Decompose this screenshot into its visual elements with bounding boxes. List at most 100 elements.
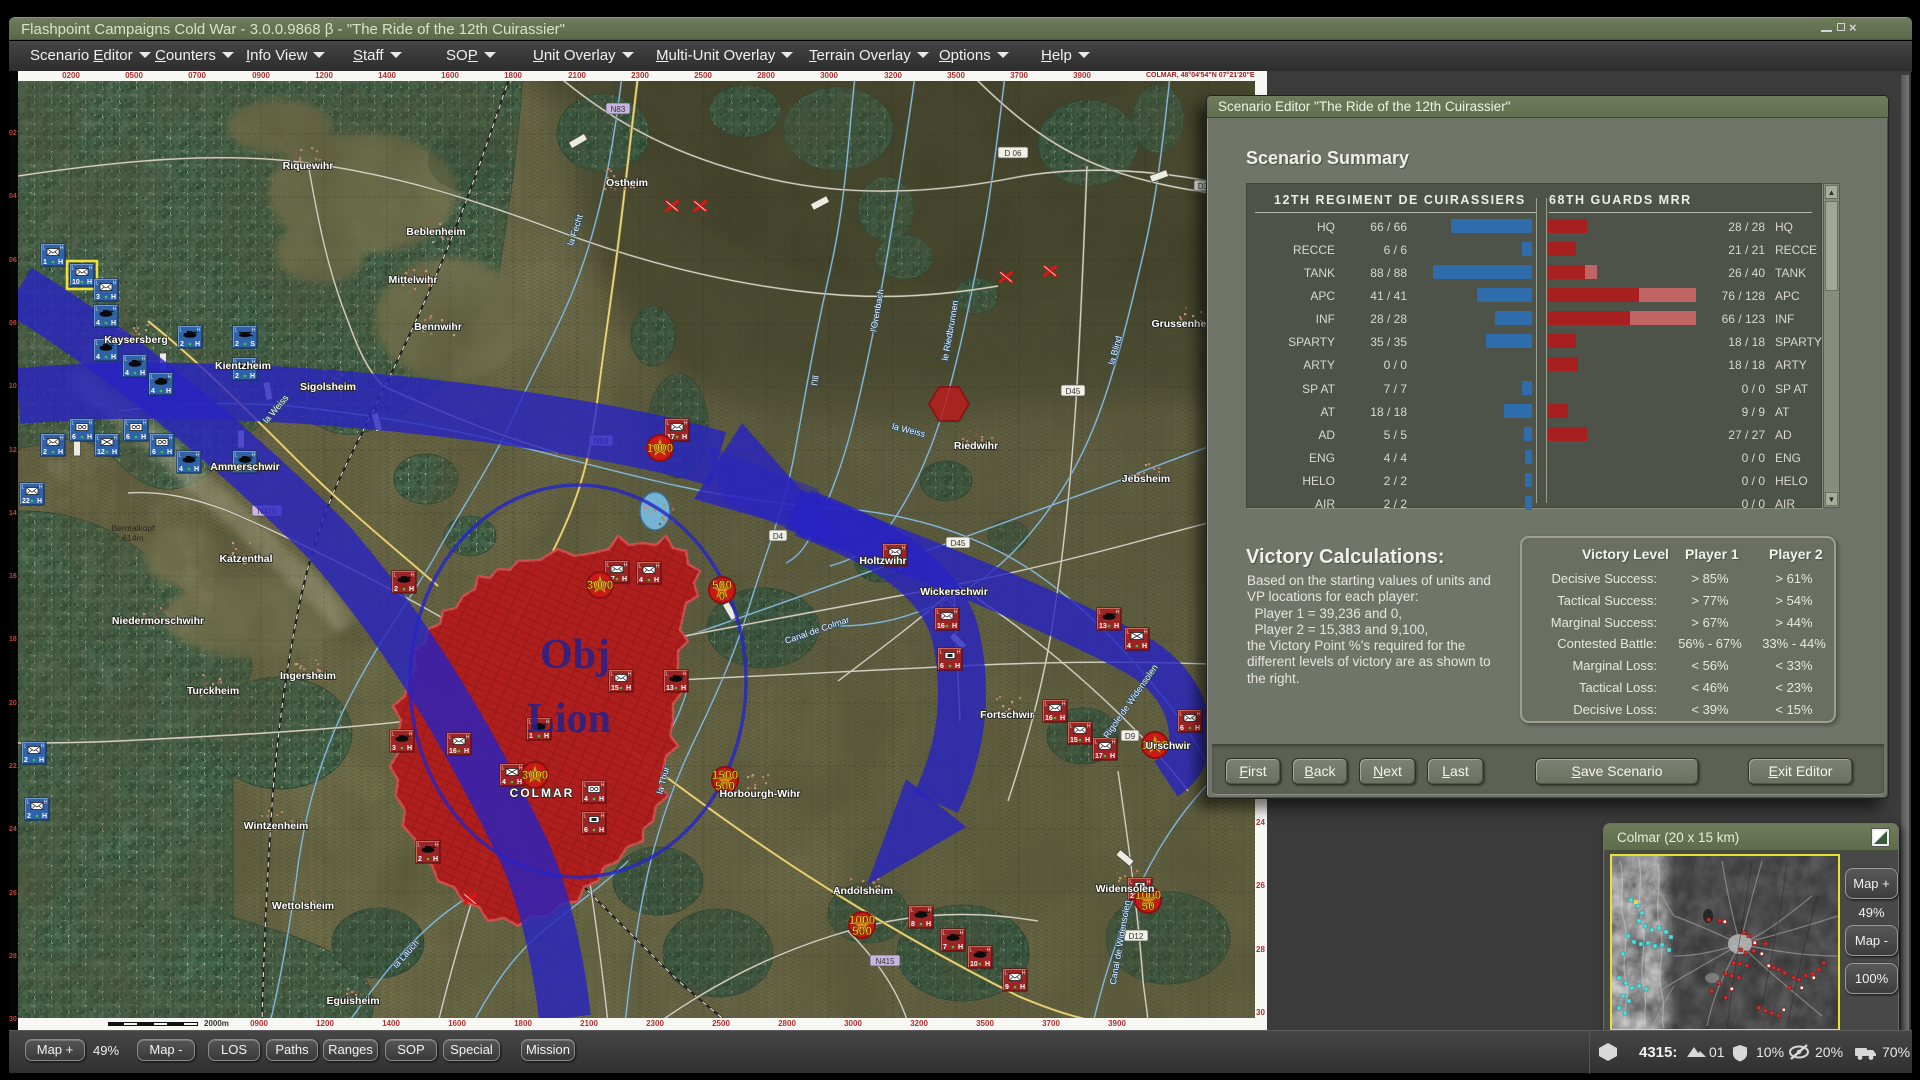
svg-text:L: L <box>125 357 128 363</box>
svg-text:H: H <box>985 961 990 968</box>
svg-text:H: H <box>654 577 659 584</box>
svg-text:Kientzheim: Kientzheim <box>215 360 271 372</box>
svg-text:H: H <box>628 672 632 678</box>
svg-text:L: L <box>151 375 154 381</box>
svg-text:H: H <box>252 328 256 334</box>
svg-text:L: L <box>584 814 587 820</box>
svg-text:2: 2 <box>418 856 422 863</box>
svg-text:H: H <box>952 623 957 630</box>
svg-text:2: 2 <box>27 813 31 820</box>
svg-text:H: H <box>955 663 960 670</box>
svg-text:L: L <box>667 421 670 427</box>
svg-text:H: H <box>44 800 48 806</box>
svg-text:Lion: Lion <box>527 696 611 742</box>
svg-text:L: L <box>72 266 75 272</box>
svg-text:4: 4 <box>125 370 129 377</box>
svg-text:H: H <box>1062 702 1066 708</box>
svg-text:4315:: 4315: <box>1639 1044 1677 1061</box>
svg-text:L: L <box>235 453 238 459</box>
svg-text:6: 6 <box>940 663 944 670</box>
svg-text:15: 15 <box>1070 737 1078 744</box>
svg-text:L: L <box>394 573 397 579</box>
svg-text:L: L <box>392 732 395 738</box>
svg-text:L: L <box>179 453 182 459</box>
svg-text:L: L <box>418 843 421 849</box>
svg-text:D4: D4 <box>773 532 784 541</box>
svg-text:H: H <box>656 564 660 570</box>
svg-text:H: H <box>599 796 604 803</box>
svg-text:D45: D45 <box>1066 387 1081 396</box>
svg-text:H: H <box>409 586 414 593</box>
svg-text:22: 22 <box>22 498 30 505</box>
svg-text:8: 8 <box>911 921 915 928</box>
svg-text:Katzenthal: Katzenthal <box>219 553 272 565</box>
svg-text:6: 6 <box>584 827 588 834</box>
svg-text:H: H <box>1087 724 1091 730</box>
svg-text:L: L <box>97 436 100 442</box>
svg-text:L: L <box>126 421 129 427</box>
svg-text:3: 3 <box>392 745 396 752</box>
svg-text:Ostheim: Ostheim <box>606 177 648 189</box>
svg-text:L: L <box>1070 724 1073 730</box>
svg-text:12: 12 <box>97 449 105 456</box>
svg-text:L: L <box>584 783 587 789</box>
svg-text:1: 1 <box>43 259 47 266</box>
svg-text:2: 2 <box>24 757 28 764</box>
svg-text:L: L <box>96 341 99 347</box>
svg-text:H: H <box>1022 971 1026 977</box>
svg-text:H: H <box>195 341 200 348</box>
svg-text:H: H <box>902 546 906 552</box>
svg-text:Mittelwihr: Mittelwihr <box>389 274 438 286</box>
svg-text:7: 7 <box>943 944 947 951</box>
svg-text:D45: D45 <box>951 539 966 548</box>
svg-text:L: L <box>1099 610 1102 616</box>
svg-text:Niedermorschwihr: Niedermorschwihr <box>112 615 204 627</box>
svg-text:50: 50 <box>1141 899 1155 913</box>
svg-text:H: H <box>250 373 255 380</box>
svg-text:H: H <box>42 813 47 820</box>
svg-text:H: H <box>39 757 44 764</box>
svg-text:13: 13 <box>1099 623 1107 630</box>
svg-text:H: H <box>140 370 145 377</box>
svg-text:l'Ill: l'Ill <box>809 375 821 387</box>
svg-text:H: H <box>599 827 604 834</box>
svg-text:H: H <box>1197 712 1201 718</box>
svg-text:H: H <box>113 281 117 287</box>
svg-text:H: H <box>58 449 63 456</box>
svg-text:L: L <box>502 766 505 772</box>
svg-text:Riedwihr: Riedwihr <box>954 440 998 452</box>
svg-text:H: H <box>112 449 117 456</box>
svg-text:Eguisheim: Eguisheim <box>326 995 379 1007</box>
svg-text:N415: N415 <box>875 957 895 966</box>
svg-text:15: 15 <box>611 685 619 692</box>
svg-text:H: H <box>601 783 605 789</box>
svg-text:Fortschwir: Fortschwir <box>980 709 1034 721</box>
svg-text:2: 2 <box>394 586 398 593</box>
svg-text:H: H <box>622 576 627 583</box>
svg-text:H: H <box>58 259 63 266</box>
svg-text:Andolsheim: Andolsheim <box>833 885 893 897</box>
svg-text:Ingersheim: Ingersheim <box>280 670 336 682</box>
svg-text:Obj: Obj <box>540 632 610 678</box>
svg-text:4: 4 <box>502 779 506 786</box>
svg-text:H: H <box>681 685 686 692</box>
svg-text:H: H <box>37 498 42 505</box>
svg-text:L: L <box>43 436 46 442</box>
svg-text:L: L <box>22 485 25 491</box>
svg-text:0: 0 <box>719 589 726 603</box>
svg-text:Riquewihr: Riquewihr <box>283 160 334 172</box>
svg-text:H: H <box>1112 740 1116 746</box>
svg-text:H: H <box>111 354 116 361</box>
svg-text:1000: 1000 <box>647 441 674 455</box>
svg-text:Turckheim: Turckheim <box>187 685 239 697</box>
svg-text:D12: D12 <box>1129 932 1144 941</box>
svg-text:L: L <box>940 650 943 656</box>
svg-text:L: L <box>96 281 99 287</box>
svg-text:10: 10 <box>970 961 978 968</box>
svg-text:01: 01 <box>1709 1044 1725 1060</box>
svg-text:H: H <box>39 485 43 491</box>
svg-text:H: H <box>1144 630 1148 636</box>
svg-text:H: H <box>87 279 92 286</box>
svg-text:Bennwihr: Bennwihr <box>414 321 462 333</box>
svg-text:L: L <box>611 672 614 678</box>
